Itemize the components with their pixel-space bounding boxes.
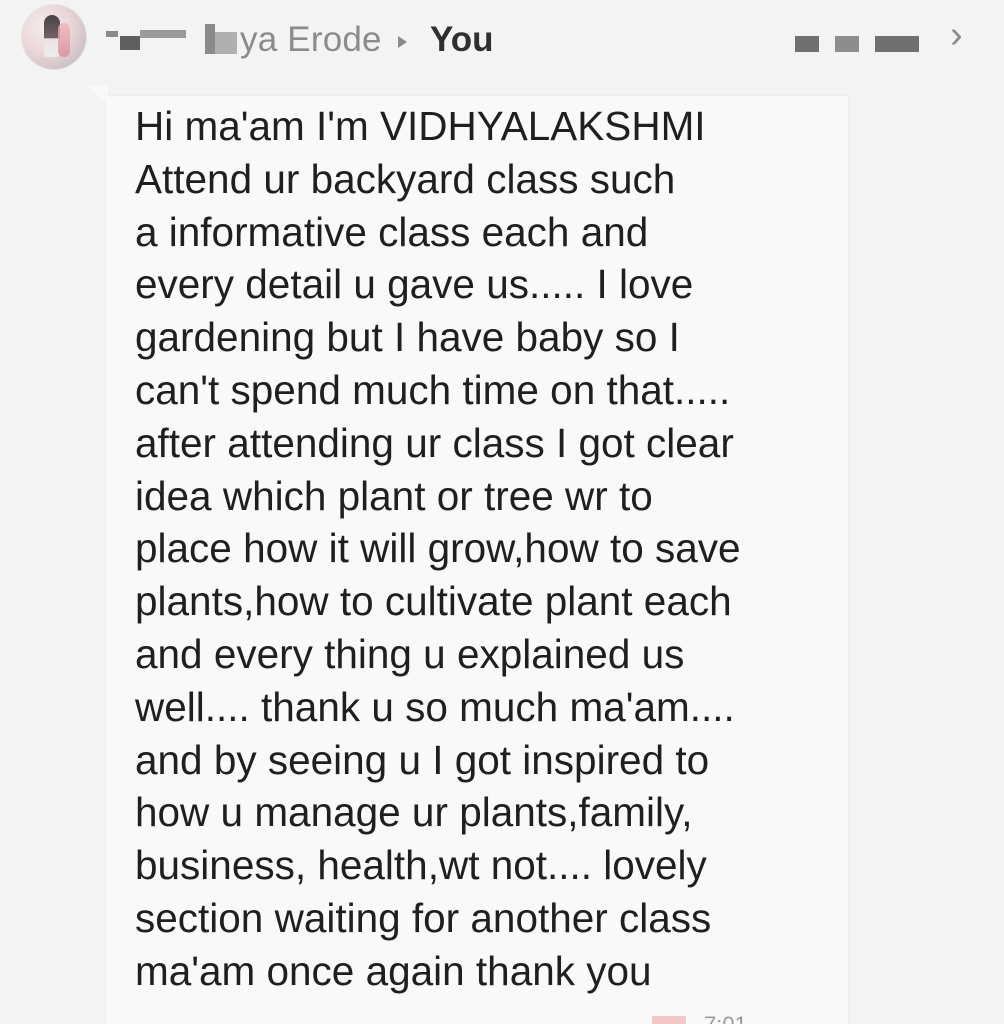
- message-time: 7:01: [704, 1012, 747, 1024]
- recipient-name[interactable]: You: [430, 20, 494, 60]
- message-header: ya Erode You ›: [0, 0, 1004, 88]
- message-line: section waiting for another class: [135, 894, 712, 941]
- message-line: can't spend much time on that.....: [135, 366, 731, 413]
- message-line: and by seeing u I got inspired to: [135, 736, 710, 783]
- bubble-tail: [86, 86, 108, 104]
- message-line: gardening but I have baby so I: [135, 314, 680, 361]
- redacted-timestamp: [795, 36, 819, 52]
- message-line: and every thing u explained us: [135, 630, 685, 677]
- status-icon: [652, 1016, 686, 1024]
- message-line: Attend ur backyard class such: [135, 155, 676, 202]
- message-line: business, health,wt not.... lovely: [135, 842, 707, 889]
- redacted-name-part: [140, 30, 186, 38]
- message-line: well.... thank u so much ma'am....: [135, 683, 735, 730]
- message-line: a informative class each and: [135, 208, 649, 255]
- message-line: after attending ur class I got clear: [135, 419, 734, 466]
- chat-screen: ya Erode You › Hi ma'am I'm VIDHYALAKSHM…: [0, 0, 1004, 1024]
- message-text: Hi ma'am I'm VIDHYALAKSHMI Attend ur bac…: [135, 100, 825, 998]
- message-line: every detail u gave us..... I love: [135, 261, 694, 308]
- message-line: idea which plant or tree wr to: [135, 472, 653, 519]
- redacted-timestamp: [875, 36, 919, 52]
- redacted-name-part: [215, 32, 237, 54]
- redacted-name-part: [106, 31, 118, 37]
- redacted-name-part: [120, 36, 140, 50]
- redacted-name-part: [205, 24, 215, 54]
- redacted-timestamp: [835, 36, 859, 52]
- message-line: how u manage ur plants,family,: [135, 789, 693, 836]
- avatar-figure-accent: [58, 23, 70, 57]
- message-line: ma'am once again thank you: [135, 947, 652, 994]
- arrow-right-icon: [398, 36, 407, 48]
- message-line: place how it will grow,how to save: [135, 525, 741, 572]
- message-line: Hi ma'am I'm VIDHYALAKSHMI: [135, 103, 706, 149]
- chevron-right-icon[interactable]: ›: [950, 16, 963, 54]
- sender-name[interactable]: ya Erode: [240, 20, 382, 60]
- avatar[interactable]: [22, 5, 86, 69]
- message-line: plants,how to cultivate plant each: [135, 578, 732, 625]
